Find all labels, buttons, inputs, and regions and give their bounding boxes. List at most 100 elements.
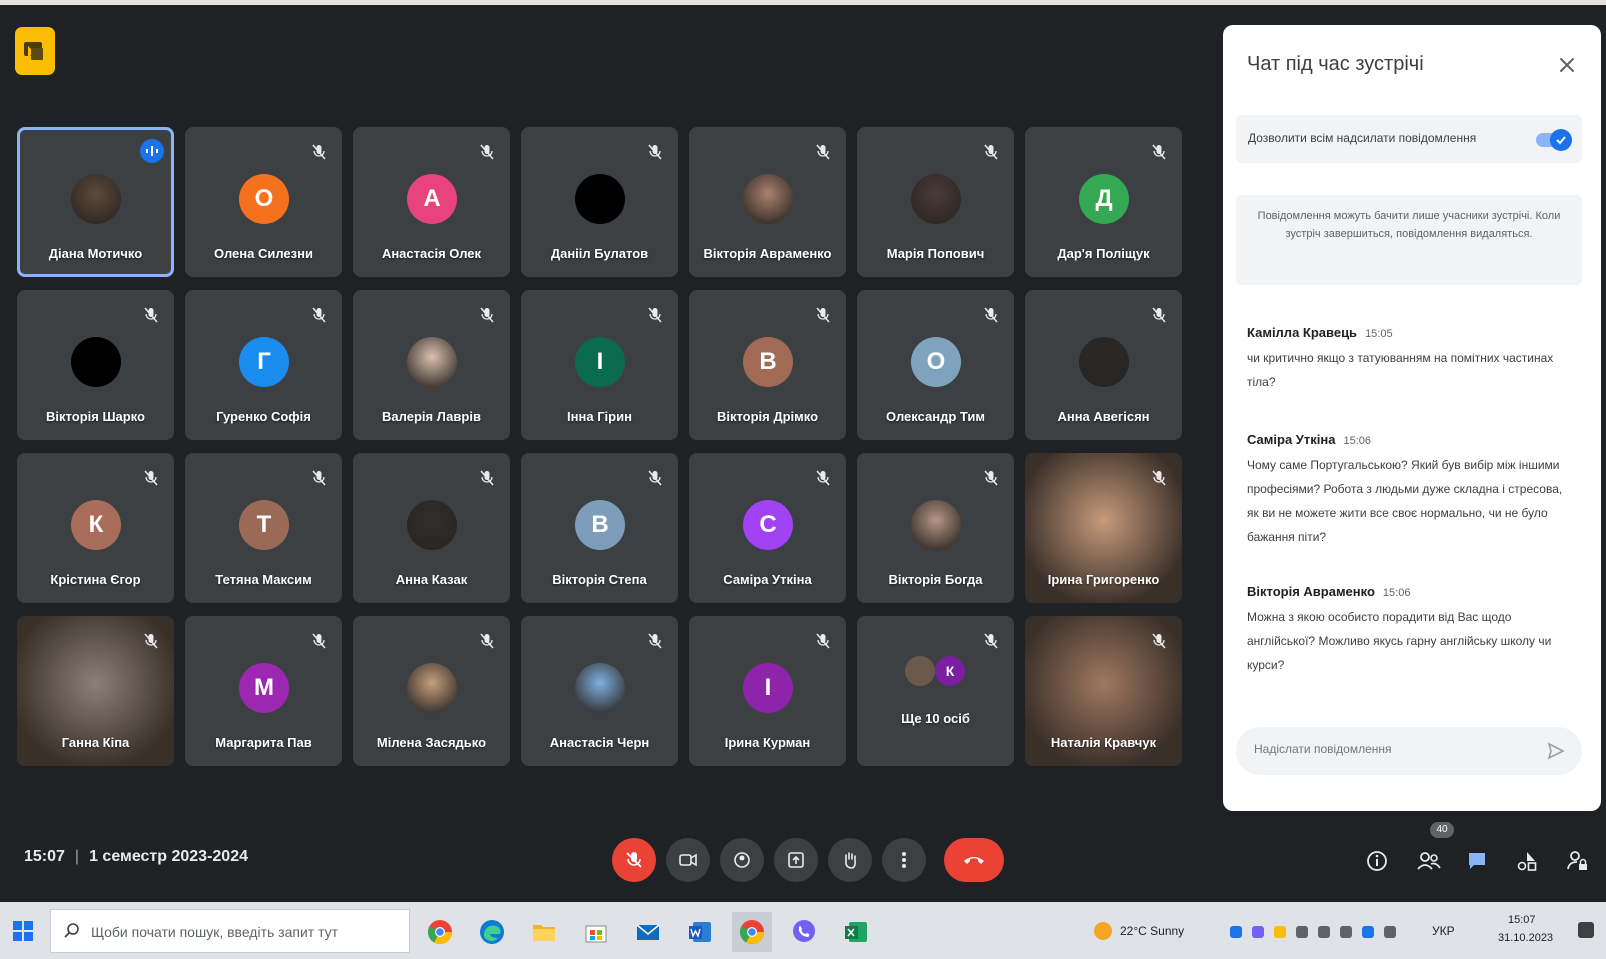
chrome-icon[interactable] [420, 912, 460, 952]
message-input[interactable] [1252, 741, 1526, 757]
mic-off-icon [144, 470, 158, 486]
camera-icon [679, 853, 697, 867]
participant-tile[interactable]: Т Тетяна Максим [185, 453, 342, 603]
mail-icon[interactable] [628, 912, 668, 952]
participant-tile[interactable]: В Вікторія Дрімко [689, 290, 846, 440]
lock-person-icon [1567, 851, 1587, 870]
mic-off-icon [984, 144, 998, 160]
speaking-indicator-icon [140, 139, 164, 163]
mic-off-icon [312, 307, 326, 323]
send-icon[interactable] [1546, 741, 1566, 761]
mic-off-icon [816, 470, 830, 486]
meeting-title: 1 семестр 2023-2024 [89, 848, 248, 865]
participant-tile[interactable]: Діана Мотичко [17, 127, 174, 277]
host-controls-button[interactable] [1562, 846, 1592, 876]
participant-tile[interactable]: А Анастасія Олек [353, 127, 510, 277]
participant-tile[interactable]: С Саміра Уткіна [689, 453, 846, 603]
participant-tile[interactable]: Анастасія Черн [521, 616, 678, 766]
mic-off-icon [626, 852, 642, 868]
participant-tile[interactable]: І Ірина Курман [689, 616, 846, 766]
participant-tile[interactable]: К Ще 10 осіб [857, 616, 1014, 766]
participant-tile[interactable]: О Олександр Тим [857, 290, 1014, 440]
leave-call-button[interactable] [944, 838, 1004, 882]
allow-messages-toggle[interactable] [1536, 129, 1572, 151]
participant-name: Маргарита Пав [215, 735, 312, 750]
participant-tile[interactable]: Ірина Григоренко [1025, 453, 1182, 603]
participant-tile[interactable]: Анна Авегісян [1025, 290, 1182, 440]
mic-off-icon [312, 144, 326, 160]
close-icon[interactable] [1557, 55, 1577, 75]
participant-tile[interactable]: Валерія Лаврів [353, 290, 510, 440]
participant-avatar [911, 500, 961, 550]
message-time: 15:06 [1343, 435, 1371, 447]
activities-button[interactable] [1512, 846, 1542, 876]
mic-off-icon [984, 470, 998, 486]
language-indicator[interactable]: УКР [1432, 924, 1455, 938]
raise-hand-button[interactable] [828, 838, 872, 882]
captions-button[interactable] [720, 838, 764, 882]
taskbar-clock-date[interactable]: 31.10.2023 [1498, 932, 1553, 944]
participant-tile[interactable]: Д Дар'я Поліщук [1025, 127, 1182, 277]
participant-tile[interactable]: І Інна Гірин [521, 290, 678, 440]
meeting-details-button[interactable] [1362, 846, 1392, 876]
participant-name: Вікторія Авраменко [703, 246, 832, 261]
participant-tile[interactable]: Марія Попович [857, 127, 1014, 277]
participant-tile[interactable]: М Маргарита Пав [185, 616, 342, 766]
participant-tile[interactable]: Наталія Кравчук [1025, 616, 1182, 766]
participant-tile[interactable]: К Крістина Єгор [17, 453, 174, 603]
participant-name: Вікторія Дрімко [716, 409, 819, 424]
present-button[interactable] [774, 838, 818, 882]
participant-tile[interactable]: Ганна Кіпа [17, 616, 174, 766]
tray-app-icon[interactable] [1296, 926, 1308, 938]
participant-tile[interactable]: Вікторія Шарко [17, 290, 174, 440]
participant-tile[interactable]: Данііл Булатов [521, 127, 678, 277]
more-vert-icon [902, 852, 906, 868]
participant-name: Анна Казак [395, 572, 468, 587]
participant-tile[interactable]: Г Гуренко Софія [185, 290, 342, 440]
chrome-meet-icon[interactable] [732, 912, 772, 952]
word-icon[interactable] [680, 912, 720, 952]
tray-app-icon[interactable] [1230, 926, 1242, 938]
tray-volume-icon[interactable] [1384, 926, 1396, 938]
participant-avatar [71, 174, 121, 224]
participant-avatar [911, 174, 961, 224]
excel-icon[interactable] [836, 912, 876, 952]
taskbar-search[interactable]: Щоби почати пошук, введіть запит тут [50, 909, 410, 953]
notifications-icon[interactable] [1578, 922, 1594, 938]
participant-tile[interactable]: Анна Казак [353, 453, 510, 603]
file-explorer-icon[interactable] [524, 912, 564, 952]
participant-name: Марія Попович [886, 246, 985, 261]
store-icon[interactable] [576, 912, 616, 952]
people-button[interactable] [1414, 846, 1444, 876]
weather-text[interactable]: 22°C Sunny [1120, 924, 1184, 938]
tray-bluetooth-icon[interactable] [1362, 926, 1374, 938]
participant-avatar [407, 500, 457, 550]
participant-name: Данііл Булатов [550, 246, 649, 261]
participant-tile[interactable]: В Вікторія Степа [521, 453, 678, 603]
present-icon [788, 852, 804, 868]
participant-avatar: К [71, 500, 121, 550]
participant-tile[interactable]: Вікторія Богда [857, 453, 1014, 603]
tray-app-icon[interactable] [1274, 926, 1286, 938]
more-options-button[interactable] [882, 838, 926, 882]
people-count-badge: 40 [1430, 822, 1454, 838]
participant-tile[interactable]: Вікторія Авраменко [689, 127, 846, 277]
tray-network-icon[interactable] [1318, 926, 1330, 938]
viber-icon[interactable] [784, 912, 824, 952]
participant-name: Вікторія Шарко [46, 409, 145, 424]
chat-button[interactable] [1462, 846, 1492, 876]
tray-viber-icon[interactable] [1252, 926, 1264, 938]
participant-tile[interactable]: Мілена Засядько [353, 616, 510, 766]
mic-off-icon [648, 144, 662, 160]
taskbar-clock-time[interactable]: 15:07 [1508, 914, 1536, 926]
participant-avatar [743, 174, 793, 224]
edge-icon[interactable] [472, 912, 512, 952]
mic-off-icon [1152, 633, 1166, 649]
meeting-info: 15:07 | 1 семестр 2023-2024 [24, 848, 248, 865]
tray-battery-icon[interactable] [1340, 926, 1352, 938]
chat-message: Вікторія Авраменко 15:06 Можна з якою осо… [1247, 584, 1567, 677]
camera-toggle-button[interactable] [666, 838, 710, 882]
participant-tile[interactable]: О Олена Силезни [185, 127, 342, 277]
windows-start-icon[interactable] [12, 920, 34, 942]
mic-toggle-button[interactable] [612, 838, 656, 882]
